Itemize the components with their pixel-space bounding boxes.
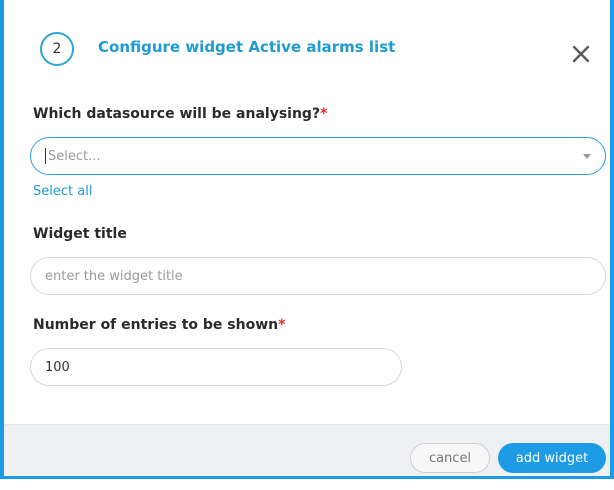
entries-value: 100 [45,359,70,375]
datasource-placeholder: Select... [48,148,101,164]
select-all-link[interactable]: Select all [33,184,92,199]
add-widget-button[interactable]: add widget [498,443,606,473]
required-marker: * [320,106,328,122]
chevron-down-icon[interactable] [583,154,591,159]
datasource-select[interactable]: Select... [30,137,606,175]
entries-label-text: Number of entries to be shown [33,317,279,333]
widget-title-label: Widget title [33,226,127,242]
text-caret [45,148,46,164]
dialog-header: 2 Configure widget Active alarms list [4,0,610,92]
datasource-label: Which datasource will be analysing?* [33,106,327,122]
close-button[interactable] [567,40,595,68]
datasource-label-text: Which datasource will be analysing? [33,106,321,122]
dialog-footer: cancel add widget [4,424,610,476]
required-marker: * [278,317,286,333]
entries-label: Number of entries to be shown* [33,317,285,333]
close-icon [572,45,590,63]
step-number: 2 [52,41,62,57]
dialog: 2 Configure widget Active alarms list Wh… [0,0,614,479]
cancel-button[interactable]: cancel [410,443,490,473]
widget-title-placeholder: enter the widget title [45,268,183,284]
dialog-title: Configure widget Active alarms list [98,38,396,56]
widget-title-input[interactable]: enter the widget title [30,257,606,295]
step-indicator: 2 [40,32,74,66]
entries-input[interactable]: 100 [30,348,402,386]
